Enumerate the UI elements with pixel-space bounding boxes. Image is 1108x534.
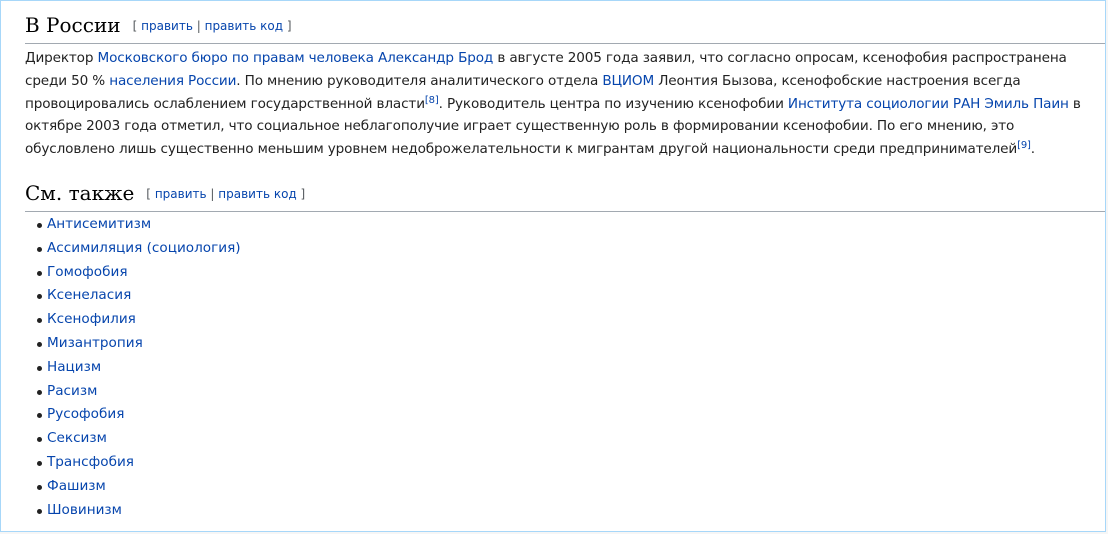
link-alexander-brod[interactable]: Александр Брод (378, 50, 493, 66)
bullet-icon (37, 294, 42, 300)
text-run: . По мнению руководителя аналитического … (236, 72, 603, 89)
list-item: Мизантропия (25, 332, 241, 356)
reference-8[interactable]: [8] (425, 95, 439, 106)
edit-code-link[interactable]: править код (205, 19, 283, 33)
link-moscow-human-rights-bureau[interactable]: Московского бюро по правам человека (98, 50, 374, 66)
see-also-list: Антисемитизм Ассимиляция (социология) Го… (25, 213, 241, 522)
see-also-link[interactable]: Расизм (47, 383, 97, 399)
list-item: Трансфобия (25, 451, 241, 475)
reference-9[interactable]: [9] (1017, 140, 1031, 151)
link-population-of-russia[interactable]: населения России (109, 73, 236, 89)
bullet-icon (37, 270, 42, 276)
list-item: Ассимиляция (социология) (25, 237, 241, 261)
section-heading-russia: В России [ править | править код ] (25, 11, 1105, 44)
edit-section-russia: [ править | править код ] (133, 19, 292, 33)
link-institute-of-sociology[interactable]: Института социологии РАН (788, 96, 980, 112)
list-item: Фашизм (25, 475, 241, 499)
edit-bracket-open: [ (132, 19, 138, 33)
see-also-link[interactable]: Фашизм (47, 478, 106, 494)
text-run: . (1030, 141, 1035, 158)
bullet-icon (37, 341, 42, 347)
list-item: Шовинизм (25, 499, 241, 523)
link-emil-pain[interactable]: Эмиль Паин (984, 96, 1069, 112)
edit-link[interactable]: править (155, 187, 207, 201)
text-run: Директор (25, 50, 98, 66)
see-also-link[interactable]: Ксенофилия (47, 311, 136, 327)
list-item: Ксенофилия (25, 308, 241, 332)
see-also-link[interactable]: Мизантропия (47, 335, 143, 351)
list-item: Гомофобия (25, 261, 241, 285)
edit-bracket-close: ] (286, 19, 292, 33)
bullet-icon (37, 223, 42, 228)
see-also-link[interactable]: Ассимиляция (социология) (47, 240, 241, 256)
article-page: В России [ править | править код ] Директ… (0, 0, 1106, 532)
edit-bracket-open: [ (146, 187, 151, 201)
bullet-icon (37, 365, 42, 371)
section-heading-see-also: См. также [ править | править код ] (25, 179, 1105, 212)
see-also-link[interactable]: Сексизм (47, 430, 107, 446)
section-title-russia: В России (25, 13, 121, 37)
see-also-link[interactable]: Гомофобия (47, 264, 128, 280)
list-item: Антисемитизм (25, 213, 241, 237)
edit-separator: | (210, 187, 215, 201)
edit-link[interactable]: править (141, 19, 193, 33)
edit-code-link[interactable]: править код (218, 187, 296, 201)
section-title-see-also: См. также (25, 181, 135, 205)
bullet-icon (37, 460, 42, 466)
text-run: . Руководитель центра по изучению ксеноф… (438, 95, 788, 112)
bullet-icon (37, 484, 42, 490)
list-item: Нацизм (25, 356, 241, 380)
bullet-icon (37, 413, 42, 419)
see-also-link[interactable]: Трансфобия (47, 454, 134, 470)
see-also-link[interactable]: Нацизм (47, 359, 101, 375)
see-also-link[interactable]: Русофобия (47, 406, 124, 422)
bullet-icon (37, 318, 42, 324)
list-item: Русофобия (25, 403, 241, 427)
edit-bracket-close: ] (300, 187, 306, 201)
edit-separator: | (196, 19, 201, 33)
see-also-link[interactable]: Антисемитизм (47, 216, 151, 232)
edit-section-see-also: [ править | править код ] (146, 187, 305, 201)
bullet-icon (37, 246, 42, 252)
list-item: Ксенеласия (25, 284, 241, 308)
see-also-link[interactable]: Шовинизм (47, 502, 122, 518)
bullet-icon (37, 508, 42, 514)
link-vciom[interactable]: ВЦИОМ (602, 73, 654, 89)
list-item: Сексизм (25, 427, 241, 451)
see-also-link[interactable]: Ксенеласия (47, 287, 131, 303)
bullet-icon (37, 389, 42, 395)
list-item: Расизм (25, 380, 241, 404)
bullet-icon (37, 437, 42, 443)
russia-paragraph: Директор Московского бюро по правам чело… (25, 47, 1091, 161)
